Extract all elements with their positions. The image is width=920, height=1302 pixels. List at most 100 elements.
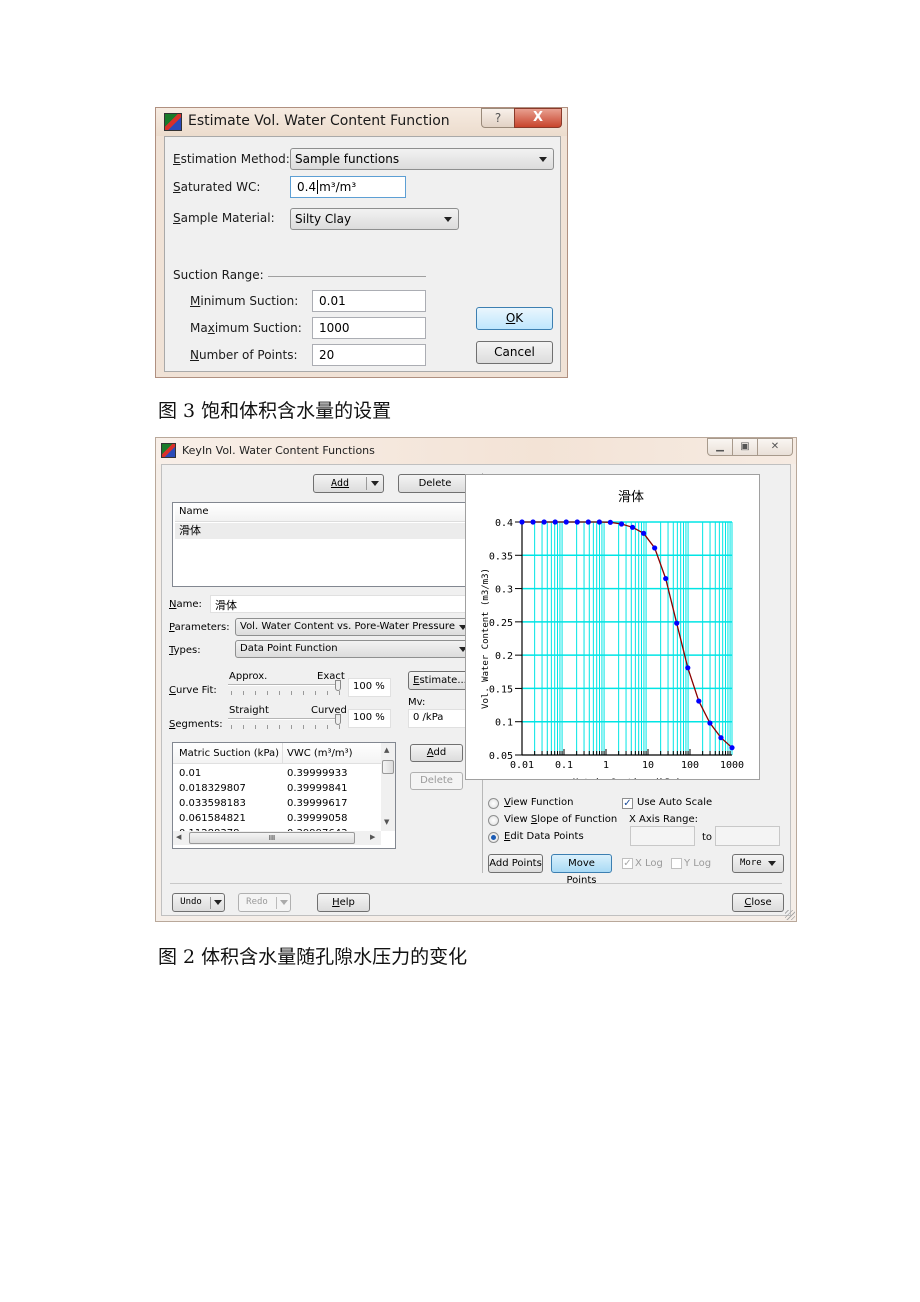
table-row[interactable]: 0.061584821 0.39999058	[173, 812, 381, 827]
number-of-points-input[interactable]: 20	[312, 344, 426, 366]
vertical-scrollbar[interactable]: ▲ ▼	[381, 743, 395, 831]
table-row[interactable]: 0.033598183 0.39999617	[173, 797, 381, 812]
add-points-button[interactable]: Add Points	[488, 854, 543, 873]
types-select[interactable]: Data Point Function	[235, 640, 474, 658]
estimate-vwc-dialog: Estimate Vol. Water Content Function ? X…	[155, 107, 568, 378]
view-slope-radio[interactable]	[488, 815, 499, 826]
data-point[interactable]	[674, 620, 680, 626]
view-function-label[interactable]: View Function	[504, 797, 573, 808]
data-point[interactable]	[563, 519, 569, 525]
scroll-right-icon[interactable]: ▶	[370, 833, 375, 841]
data-point[interactable]	[707, 720, 713, 726]
figure-caption-2: 图 2 体积含水量随孔隙水压力的变化	[158, 946, 468, 968]
segments-slider[interactable]	[228, 714, 343, 730]
scrollbar-thumb[interactable]: III	[189, 832, 355, 844]
use-auto-scale-label[interactable]: Use Auto Scale	[637, 797, 712, 808]
data-point[interactable]	[596, 519, 602, 525]
column-header-vwc[interactable]: VWC (m³/m³)	[287, 748, 353, 759]
move-points-button[interactable]: Move Points	[551, 854, 612, 886]
minimize-icon[interactable]: ▁	[707, 438, 733, 456]
curve-fit-slider[interactable]	[228, 680, 343, 696]
name-input[interactable]: 滑体	[210, 595, 474, 613]
data-point[interactable]	[729, 745, 735, 751]
data-point[interactable]	[585, 519, 591, 525]
dialog-title: Estimate Vol. Water Content Function	[188, 113, 450, 129]
horizontal-scrollbar[interactable]: ◀ III ▶	[173, 831, 381, 845]
list-item[interactable]: 滑体	[175, 523, 469, 539]
scroll-down-icon[interactable]: ▼	[384, 818, 389, 826]
sample-material-select[interactable]: Silty Clay	[290, 208, 459, 230]
mv-input[interactable]: 0 /kPa	[408, 709, 472, 728]
chevron-down-icon	[768, 861, 776, 866]
column-header-suction[interactable]: Matric Suction (kPa)	[179, 748, 279, 759]
segments-min-label: Straight	[229, 705, 269, 716]
data-point[interactable]	[530, 519, 536, 525]
vwc-chart[interactable]: 滑体0.050.10.150.20.250.30.350.40.01 0.1 1 10…	[466, 475, 759, 788]
estimate-button[interactable]: Estimate...	[408, 671, 472, 690]
add-point-button[interactable]: Add	[410, 744, 463, 762]
ok-button[interactable]: OK	[476, 307, 553, 330]
cancel-button[interactable]: Cancel	[476, 341, 553, 364]
x-range-from-input[interactable]	[630, 826, 695, 846]
segments-value[interactable]: 100 %	[348, 709, 391, 728]
data-point[interactable]	[618, 521, 625, 527]
minimum-suction-input[interactable]: 0.01	[312, 290, 426, 312]
undo-button[interactable]: Undo	[172, 893, 225, 912]
list-header-name[interactable]: Name	[175, 504, 469, 522]
data-point[interactable]	[640, 530, 647, 536]
resize-grip[interactable]	[785, 910, 795, 920]
x-log-checkbox[interactable]: ✓	[622, 858, 633, 869]
estimation-method-select[interactable]: Sample functions	[290, 148, 554, 170]
y-log-checkbox[interactable]	[671, 858, 682, 869]
data-point[interactable]	[574, 519, 580, 525]
maximum-suction-input[interactable]: 1000	[312, 317, 426, 339]
saturated-wc-label: Saturated WC:	[173, 180, 261, 194]
slider-thumb[interactable]	[335, 714, 341, 725]
curve-fit-value[interactable]: 100 %	[348, 678, 391, 697]
data-point[interactable]	[541, 519, 547, 525]
data-point[interactable]	[552, 519, 558, 525]
close-icon[interactable]: ✕	[757, 438, 793, 456]
close-button[interactable]: Close	[732, 893, 784, 912]
edit-data-points-label[interactable]: Edit Data Points	[504, 831, 584, 842]
table-row[interactable]: 0.018329807 0.39999841	[173, 782, 381, 797]
number-of-points-label: Number of Points:	[190, 348, 298, 362]
saturated-wc-input[interactable]: 0.4 m³/m³	[290, 176, 406, 198]
use-auto-scale-checkbox[interactable]: ✓	[622, 798, 633, 809]
add-function-button[interactable]: Add	[313, 474, 384, 493]
redo-button[interactable]: Redo	[238, 893, 291, 912]
maximize-icon[interactable]: ▣	[732, 438, 758, 456]
table-row[interactable]: 0.01 0.39999933	[173, 767, 381, 782]
y-tick-label: 0.25	[489, 618, 513, 629]
scroll-up-icon[interactable]: ▲	[384, 746, 389, 754]
more-button[interactable]: More	[732, 854, 784, 873]
close-icon[interactable]: X	[514, 108, 562, 128]
delete-function-button[interactable]: Delete	[398, 474, 472, 493]
data-point[interactable]	[696, 698, 702, 704]
data-point[interactable]	[663, 575, 669, 582]
scrollbar-thumb[interactable]	[382, 760, 394, 774]
data-point[interactable]	[629, 524, 636, 530]
data-point[interactable]	[718, 735, 724, 741]
function-list: Name 滑体	[172, 502, 474, 587]
parameters-label: Parameters:	[169, 622, 230, 633]
chevron-down-icon	[539, 157, 547, 162]
slider-thumb[interactable]	[335, 680, 341, 691]
data-point[interactable]	[685, 665, 691, 671]
view-function-radio[interactable]	[488, 798, 499, 809]
data-point[interactable]	[607, 519, 613, 525]
edit-data-points-radio[interactable]	[488, 832, 499, 843]
parameters-select[interactable]: Vol. Water Content vs. Pore-Water Pressu…	[235, 618, 474, 636]
delete-point-button[interactable]: Delete	[410, 772, 463, 790]
scroll-left-icon[interactable]: ◀	[176, 833, 181, 841]
data-point[interactable]	[652, 545, 658, 551]
x-range-to-input[interactable]	[715, 826, 780, 846]
curve-fit-label: Curve Fit:	[169, 685, 217, 696]
view-slope-label[interactable]: View Slope of Function	[504, 814, 617, 825]
mv-label: Mv:	[408, 697, 426, 708]
data-point[interactable]	[519, 519, 525, 525]
help-button[interactable]: Help	[317, 893, 370, 912]
cell-suction: 0.018329807	[179, 783, 246, 794]
cell-vwc: 0.39999933	[287, 768, 348, 779]
help-button[interactable]: ?	[481, 108, 515, 128]
